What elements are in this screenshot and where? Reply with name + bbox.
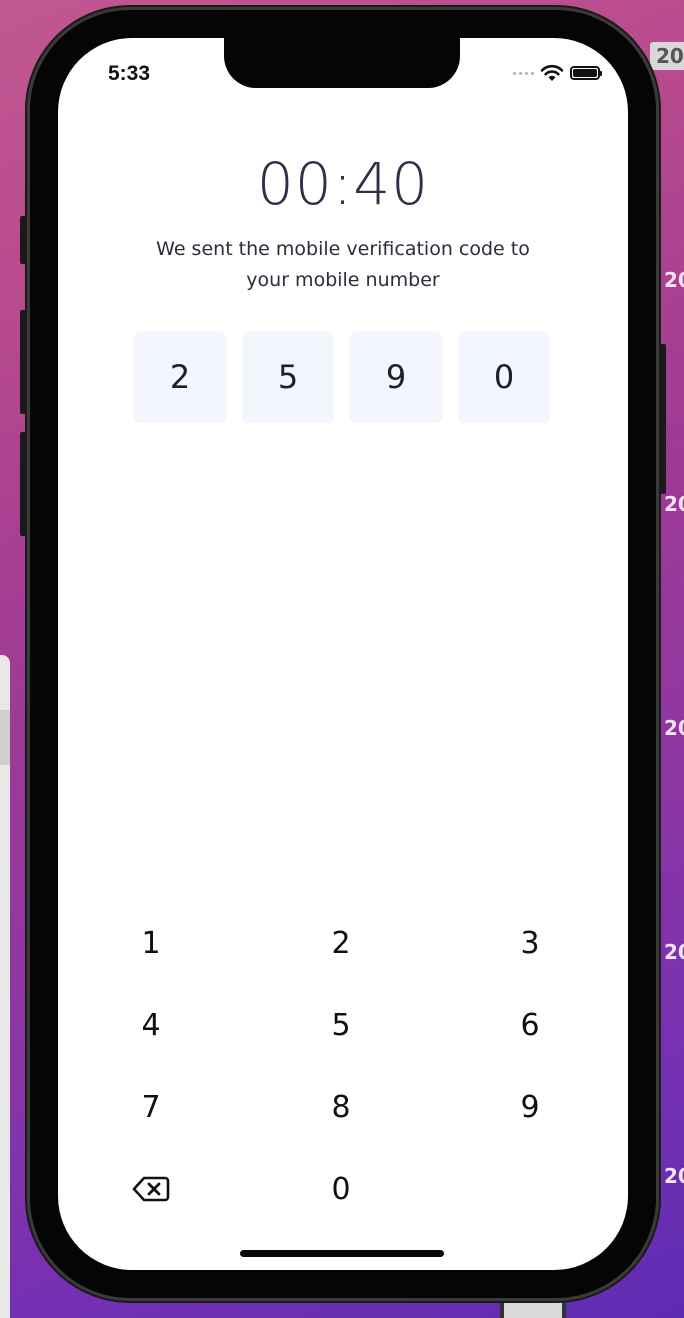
status-icons xyxy=(513,64,602,82)
volume-down-button xyxy=(20,432,26,536)
battery-icon xyxy=(570,66,602,80)
power-button xyxy=(660,344,666,494)
notch xyxy=(224,38,460,88)
desktop-label: 20 xyxy=(664,268,684,292)
code-digit-4[interactable]: 0 xyxy=(458,331,550,423)
desktop-label: 20 xyxy=(664,716,684,740)
code-digit-3[interactable]: 9 xyxy=(350,331,442,423)
desktop-connector xyxy=(500,1296,566,1318)
backspace-icon xyxy=(132,1176,170,1202)
home-indicator[interactable] xyxy=(240,1250,444,1257)
verification-message-line: We sent the mobile verification code to xyxy=(156,238,530,260)
key-8[interactable]: 8 xyxy=(291,1077,391,1137)
key-7[interactable]: 7 xyxy=(101,1077,201,1137)
mute-switch xyxy=(20,216,26,264)
key-6[interactable]: 6 xyxy=(480,995,580,1055)
countdown-timer: 00:40 xyxy=(256,150,430,218)
status-time: 5:33 xyxy=(108,62,151,85)
backspace-button[interactable] xyxy=(101,1159,201,1219)
verification-message: We sent the mobile verification code to … xyxy=(128,234,558,296)
desktop-label: 20 xyxy=(664,492,684,516)
desktop-label: 20 xyxy=(664,940,684,964)
key-1[interactable]: 1 xyxy=(101,913,201,973)
verification-message-line: your mobile number xyxy=(246,269,440,291)
key-0[interactable]: 0 xyxy=(291,1159,391,1219)
phone-frame: 5:33 00:40 We sent the mobile verificati… xyxy=(20,10,666,1298)
key-9[interactable]: 9 xyxy=(480,1077,580,1137)
code-digit-2[interactable]: 5 xyxy=(242,331,334,423)
key-2[interactable]: 2 xyxy=(291,913,391,973)
signal-icon xyxy=(513,71,534,75)
code-input-row: 2 5 9 0 xyxy=(134,331,550,423)
code-digit-1[interactable]: 2 xyxy=(134,331,226,423)
phone-screen: 5:33 00:40 We sent the mobile verificati… xyxy=(58,38,628,1270)
volume-up-button xyxy=(20,310,26,414)
key-5[interactable]: 5 xyxy=(291,995,391,1055)
key-4[interactable]: 4 xyxy=(101,995,201,1055)
desktop-label: 20 xyxy=(664,1164,684,1188)
desktop-window-edge xyxy=(0,655,10,1318)
key-3[interactable]: 3 xyxy=(480,913,580,973)
desktop-badge: 20 xyxy=(650,42,684,70)
wifi-icon xyxy=(540,64,564,81)
